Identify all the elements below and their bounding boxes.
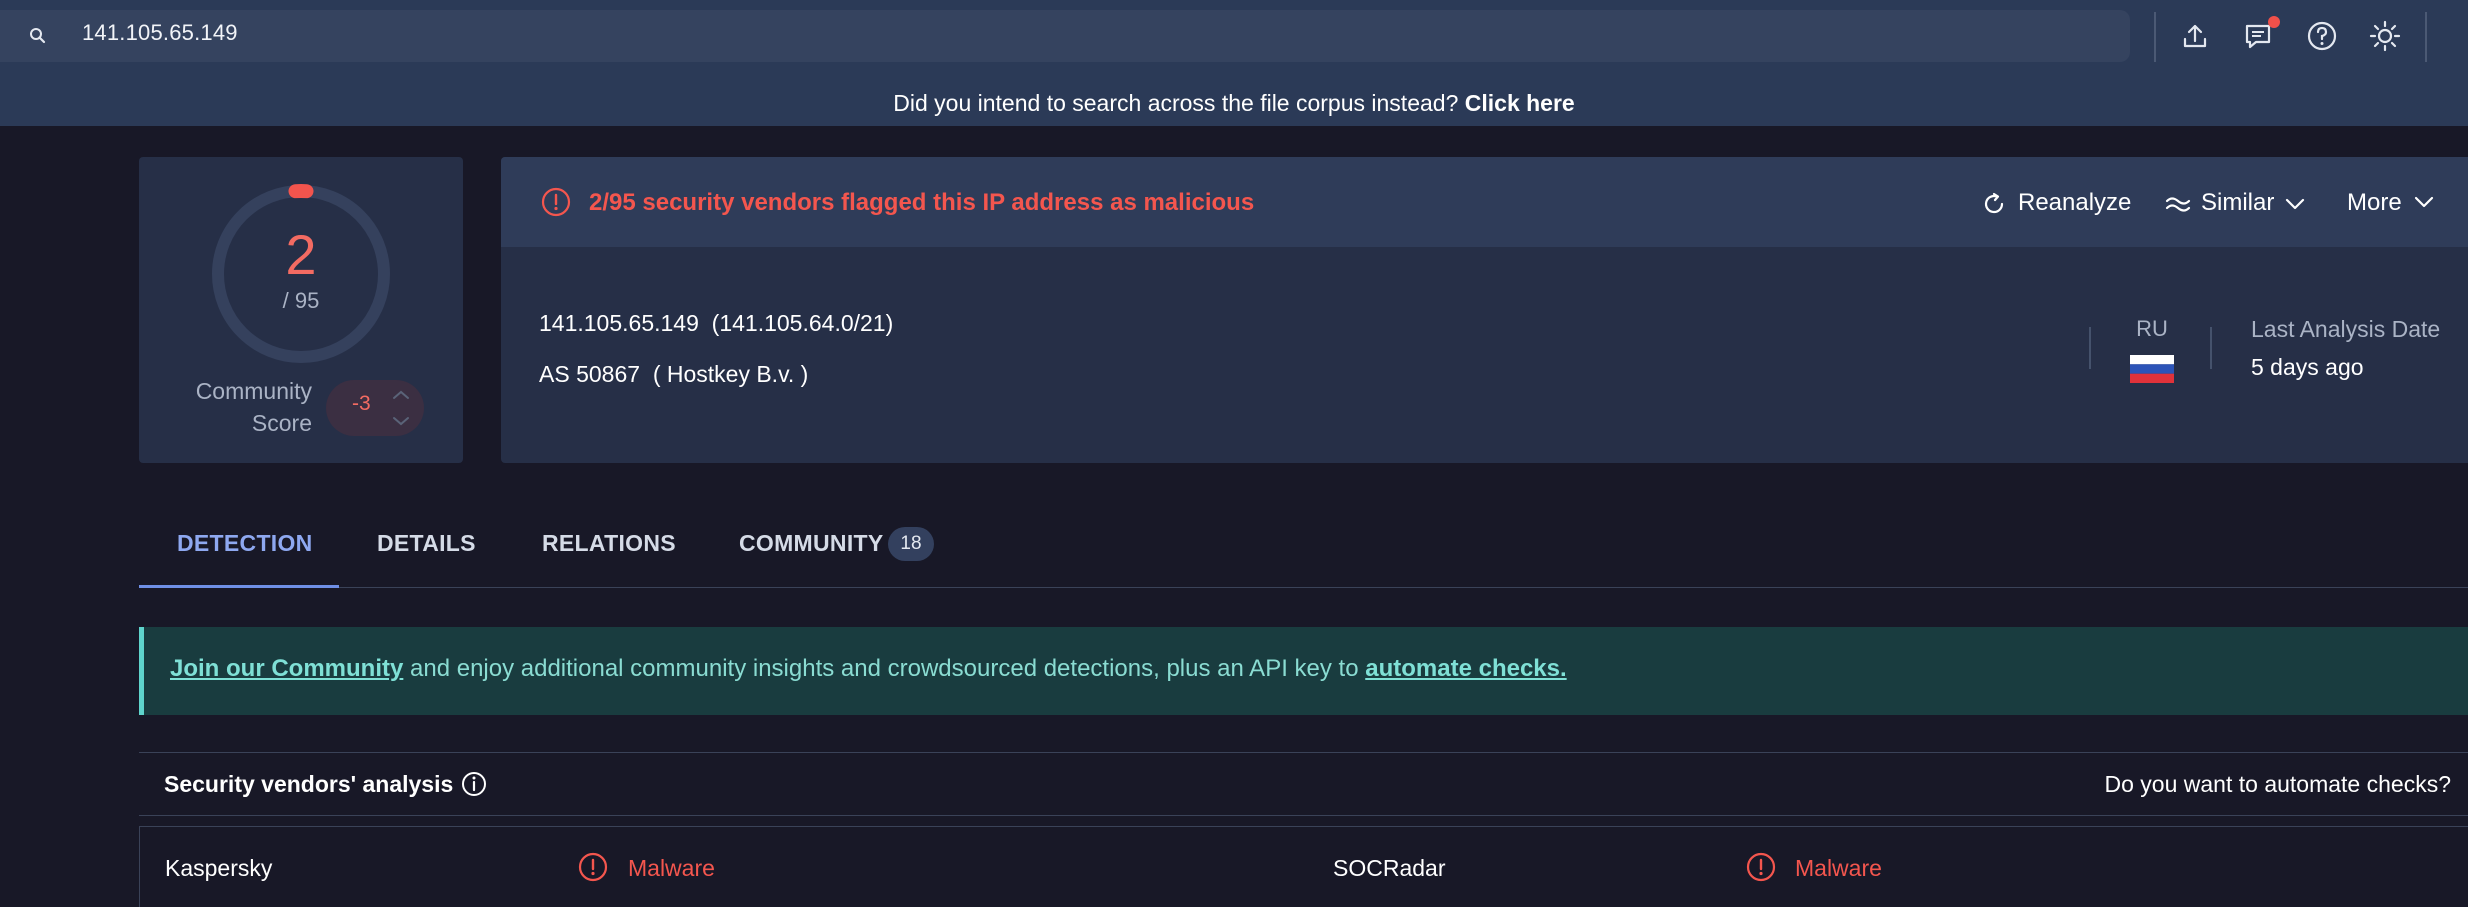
community-score-value: -3 [352,392,371,415]
vendor-result: Malware [628,855,715,881]
vendor-result: Malware [1795,855,1882,881]
help-icon[interactable] [2303,17,2341,55]
community-banner-body: and enjoy additional community insights … [403,655,1366,682]
notification-dot [2268,16,2280,28]
more-button[interactable]: More [2347,189,2402,217]
upload-icon[interactable] [2176,17,2214,55]
malicious-icon [1746,852,1776,882]
community-count-badge: 18 [888,527,934,561]
as-owner[interactable]: ( Hostkey B.v. ) [653,361,809,387]
detection-total: / 95 [282,288,320,313]
tab-detection[interactable]: DETECTION [177,530,313,557]
vendor-results-table [139,826,2468,907]
last-analysis-label: Last Analysis Date [2251,316,2441,342]
banner-text: Did you intend to search across the file… [893,90,1459,116]
similar-icon [2165,197,2191,212]
ip-address[interactable]: 141.105.65.149 [539,310,699,336]
section-divider [139,815,2468,816]
tab-relations[interactable]: RELATIONS [542,530,676,557]
theme-toggle-icon[interactable] [2366,17,2404,55]
reanalyze-icon [1984,192,2004,214]
banner-link[interactable]: Click here [1465,90,1575,116]
meta-divider [2210,327,2212,369]
as-number[interactable]: AS 50867 [539,361,640,387]
similar-button[interactable]: Similar [2201,189,2274,217]
ip-network[interactable]: (141.105.64.0/21) [712,310,894,336]
chevron-down-icon [2285,198,2305,210]
tab-details[interactable]: DETAILS [377,530,476,557]
last-analysis-value: 5 days ago [2251,354,2364,380]
automate-checks-link[interactable]: automate checks. [1365,655,1566,682]
search-box[interactable] [0,10,2130,62]
tabs-divider [139,587,2468,588]
ip-address-line: 141.105.65.149 (141.105.64.0/21) [539,310,893,337]
reanalyze-button[interactable]: Reanalyze [2018,189,2131,217]
detection-count: 2 [285,223,317,286]
community-score-label: Community Score [195,378,312,436]
automate-checks-prompt[interactable]: Do you want to automate checks? [2105,771,2451,798]
vendor-name: Kaspersky [165,855,273,881]
meta-divider [2089,327,2091,369]
vendor-name: SOCRadar [1333,855,1446,881]
malicious-icon [578,852,608,882]
malicious-alert-text: 2/95 security vendors flagged this IP ad… [589,189,1255,216]
vote-arrows-icon[interactable] [388,384,414,432]
country-code: RU [2136,316,2168,341]
corpus-search-banner: Did you intend to search across the file… [0,78,2468,126]
community-banner-accent [139,627,144,715]
search-icon [30,28,46,44]
as-line: AS 50867 ( Hostkey B.v. ) [539,361,808,388]
active-tab-indicator [139,585,339,588]
tab-community[interactable]: COMMUNITY [739,530,884,557]
join-community-link[interactable]: Join our Community [170,655,403,682]
russia-flag-icon [2130,355,2174,383]
toolbar-divider [2154,12,2156,62]
chevron-down-icon [2414,196,2434,208]
community-banner-text: Join our Community and enjoy additional … [170,655,1567,683]
info-icon[interactable] [460,770,488,798]
vendors-section-title: Security vendors' analysis [164,771,454,797]
section-divider [139,752,2468,753]
search-input[interactable]: 141.105.65.149 [82,20,238,46]
toolbar-divider [2425,12,2427,62]
alert-icon [541,187,571,217]
